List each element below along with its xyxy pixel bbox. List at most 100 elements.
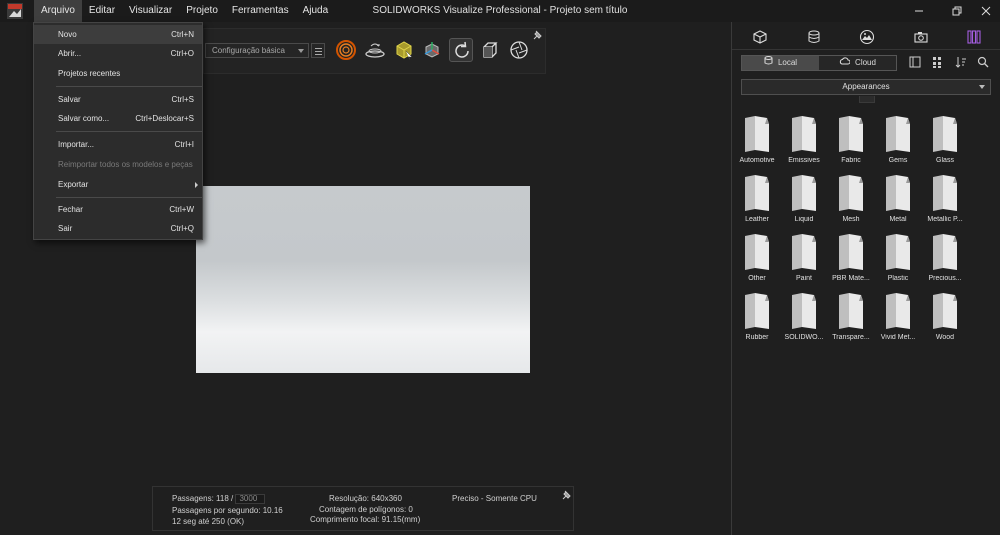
local-button[interactable]: Local <box>742 56 819 70</box>
cloud-button[interactable]: Cloud <box>819 56 896 70</box>
folder-item[interactable]: Precious... <box>922 232 968 288</box>
folder-icon <box>745 175 769 211</box>
menu-item-sair[interactable]: Sair Ctrl+Q <box>34 219 202 238</box>
libraries-icon[interactable] <box>960 26 988 48</box>
folder-label: Transpare... <box>832 334 870 341</box>
menu-item-salvar[interactable]: Salvar Ctrl+S <box>34 90 202 109</box>
cameras-icon[interactable] <box>907 26 935 48</box>
folder-item[interactable]: Metallic P... <box>922 173 968 229</box>
passes-per-second: Passagens por segundo: 10.16 <box>172 506 283 515</box>
shortcut: Ctrl+W <box>169 205 194 214</box>
folder-icon <box>839 234 863 270</box>
shortcut: Ctrl+S <box>171 95 194 104</box>
folder-item[interactable]: Liquid <box>781 173 827 229</box>
refresh-icon[interactable] <box>449 38 473 62</box>
render-canvas[interactable] <box>196 186 530 373</box>
scenes-icon[interactable] <box>853 26 881 48</box>
pin-icon[interactable] <box>562 490 572 500</box>
search-icon[interactable] <box>976 55 990 69</box>
folder-item[interactable]: Emissives <box>781 114 827 170</box>
folder-item[interactable]: SOLIDWO... <box>781 291 827 347</box>
turntable-icon[interactable] <box>363 38 387 62</box>
close-icon[interactable] <box>972 0 1000 22</box>
folder-label: Automotive <box>739 157 775 164</box>
minimize-icon[interactable] <box>905 0 933 22</box>
object-select-icon[interactable] <box>392 38 416 62</box>
folder-label: Metallic P... <box>927 216 963 223</box>
shortcut: Ctrl+O <box>170 49 194 58</box>
folder-item[interactable]: Fabric <box>828 114 874 170</box>
menu-item-label: Exportar <box>58 180 89 189</box>
collapse-handle[interactable] <box>859 96 875 103</box>
folder-icon <box>745 234 769 270</box>
folder-label: Glass <box>936 157 954 164</box>
max-passes-input[interactable]: 3000 <box>235 494 266 504</box>
shortcut: Ctrl+Deslocar+S <box>135 114 194 123</box>
folder-label: Mesh <box>842 216 860 223</box>
menu-item-salvar-como[interactable]: Salvar como... Ctrl+Deslocar+S <box>34 109 202 128</box>
appearances-icon[interactable] <box>800 26 828 48</box>
folder-item[interactable]: Transpare... <box>828 291 874 347</box>
layout-icon[interactable] <box>908 55 922 69</box>
folder-label: PBR Mate... <box>832 275 870 282</box>
grid-view-icon[interactable] <box>931 55 945 69</box>
menu-item-abrir[interactable]: Abrir... Ctrl+O <box>34 44 202 63</box>
menu-item-importar[interactable]: Importar... Ctrl+I <box>34 135 202 154</box>
folder-item[interactable]: Metal <box>875 173 921 229</box>
restore-icon[interactable] <box>943 0 971 22</box>
database-icon <box>764 56 773 70</box>
panel-divider <box>732 49 1000 50</box>
menu-editar[interactable]: Editar <box>82 0 122 22</box>
sort-icon[interactable] <box>954 55 968 69</box>
folder-item[interactable]: Leather <box>734 173 780 229</box>
menu-item-label: Salvar como... <box>58 114 110 123</box>
folder-item[interactable]: Other <box>734 232 780 288</box>
folder-item[interactable]: Paint <box>781 232 827 288</box>
configuration-select[interactable]: Configuração básica <box>205 43 309 58</box>
pin-icon[interactable] <box>533 30 543 40</box>
configuration-menu-button[interactable] <box>311 43 325 58</box>
aperture-icon[interactable] <box>507 38 531 62</box>
camera-view-icon[interactable] <box>478 38 502 62</box>
folder-icon <box>839 116 863 152</box>
folder-label: Liquid <box>794 216 814 223</box>
menu-ferramentas[interactable]: Ferramentas <box>225 0 296 22</box>
folder-item[interactable]: Vivid Met... <box>875 291 921 347</box>
folder-item[interactable]: Rubber <box>734 291 780 347</box>
cloud-icon <box>839 56 851 70</box>
right-panel: Local Cloud Appearances Automotive Emissi… <box>731 22 1000 535</box>
menu-separator <box>56 86 202 87</box>
transform-icon[interactable] <box>420 38 444 62</box>
folder-item[interactable]: Automotive <box>734 114 780 170</box>
menu-item-label: Sair <box>58 224 73 233</box>
menu-item-label: Importar... <box>58 140 95 149</box>
menu-arquivo[interactable]: Arquivo <box>34 0 82 22</box>
menu-item-projetos-recentes[interactable]: Projetos recentes <box>34 64 202 83</box>
folder-label: Gems <box>888 157 908 164</box>
folder-item[interactable]: Mesh <box>828 173 874 229</box>
folder-icon <box>886 175 910 211</box>
folder-icon <box>792 175 816 211</box>
menu-item-novo[interactable]: Novo Ctrl+N <box>34 25 202 44</box>
folder-label: Fabric <box>841 157 861 164</box>
folder-item[interactable]: Gems <box>875 114 921 170</box>
folder-icon <box>745 116 769 152</box>
models-icon[interactable] <box>746 26 774 48</box>
folder-label: Wood <box>935 334 955 341</box>
folder-item[interactable]: Wood <box>922 291 968 347</box>
shortcut: Ctrl+Q <box>170 224 194 233</box>
menu-visualizar[interactable]: Visualizar <box>122 0 179 22</box>
folder-item[interactable]: Plastic <box>875 232 921 288</box>
menu-item-label: Fechar <box>58 205 83 214</box>
library-select[interactable]: Appearances <box>741 79 991 95</box>
menu-projeto[interactable]: Projeto <box>179 0 225 22</box>
menu-item-exportar[interactable]: Exportar <box>34 175 202 194</box>
folder-icon <box>839 293 863 329</box>
menu-item-fechar[interactable]: Fechar Ctrl+W <box>34 200 202 219</box>
render-mode-icon[interactable] <box>334 38 358 62</box>
folder-item[interactable]: Glass <box>922 114 968 170</box>
folder-item[interactable]: PBR Mate... <box>828 232 874 288</box>
configuration-value: Configuração básica <box>212 46 285 55</box>
polygon-count: Contagem de polígonos: 0 <box>319 505 413 514</box>
menu-separator <box>56 197 202 198</box>
